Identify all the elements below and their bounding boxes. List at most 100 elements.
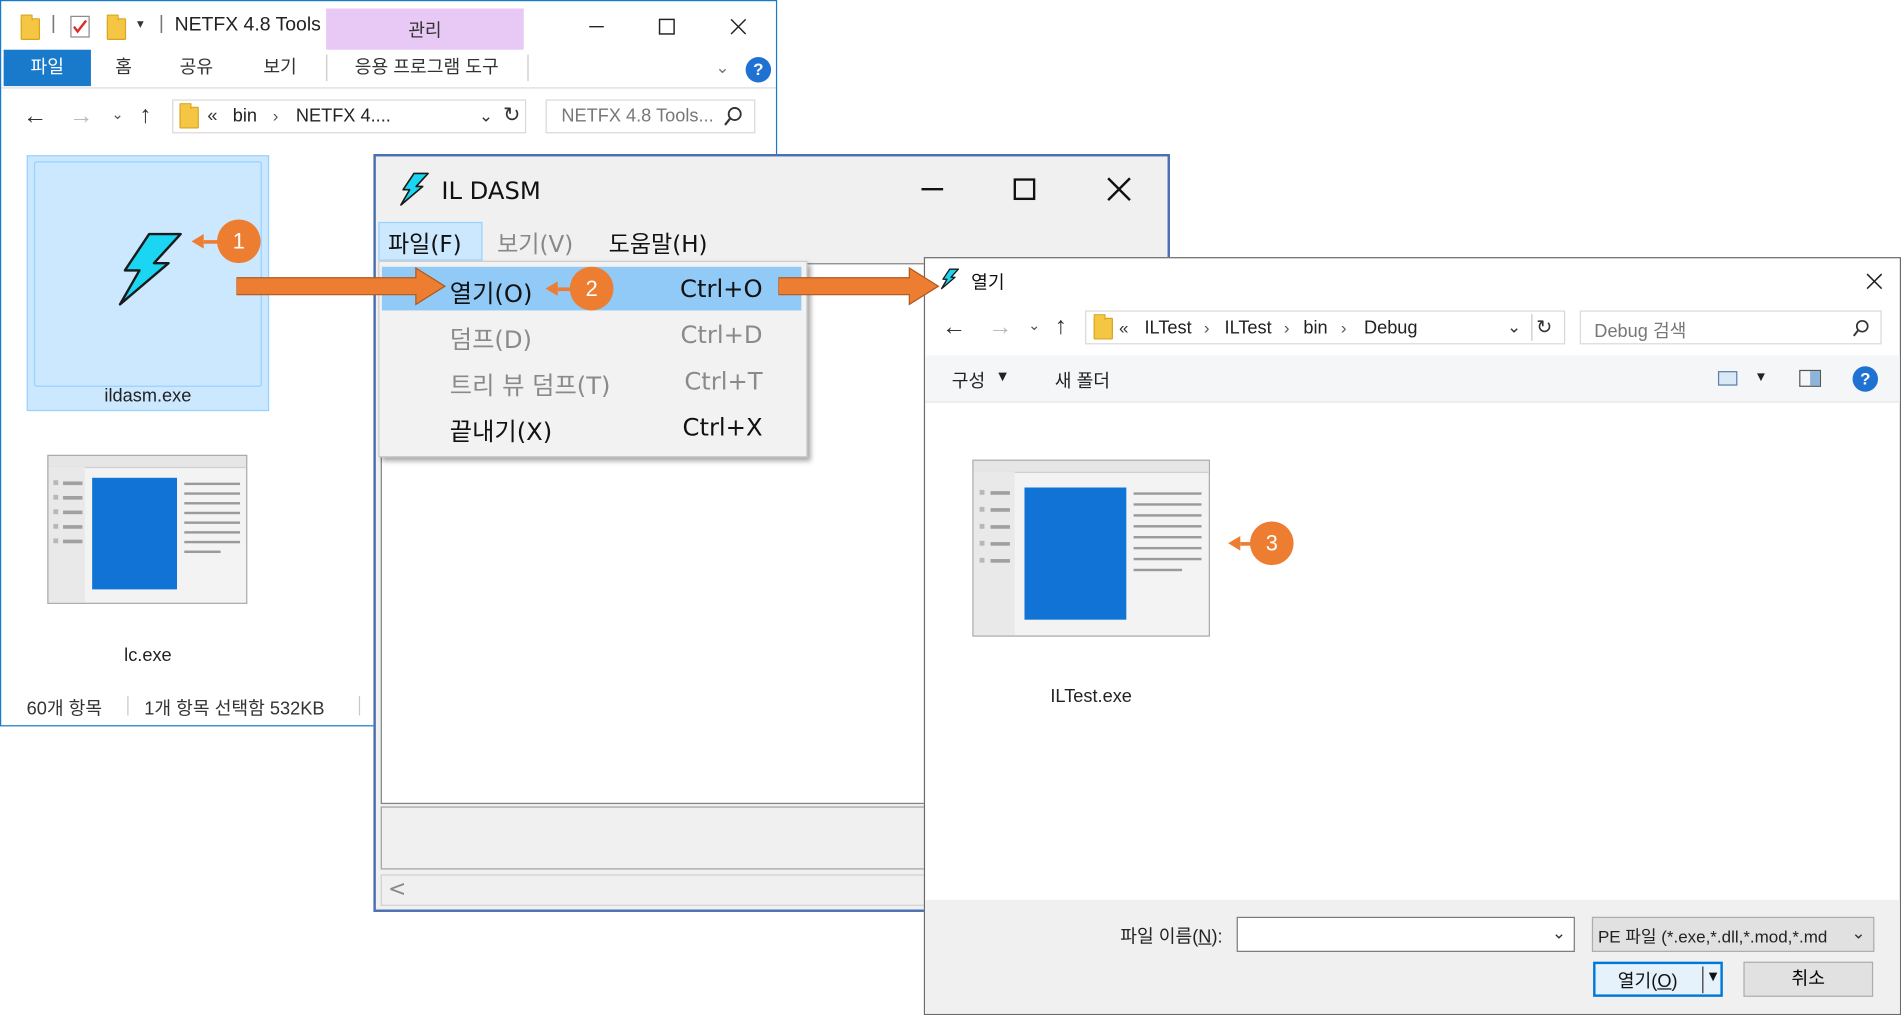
ribbon-separator (326, 54, 328, 82)
status-separator (127, 696, 129, 716)
close-button[interactable] (710, 8, 766, 44)
status-item-count: 60개 항목 (26, 698, 103, 720)
breadcrumb-debug[interactable]: Debug (1364, 318, 1418, 339)
help-icon[interactable]: ? (745, 56, 772, 83)
menu-item-tree-dump[interactable]: 트리 뷰 덤프(T) Ctrl+T (382, 359, 801, 403)
search-icon[interactable] (724, 107, 743, 132)
file-name-iltest: ILTest.exe (1050, 686, 1132, 708)
filename-label: 파일 이름(N): (1120, 926, 1223, 948)
dialog-title: 열기 (971, 272, 1005, 294)
title-separator: | (50, 13, 56, 34)
maximize-button[interactable] (639, 8, 695, 44)
filename-dropdown-icon[interactable]: ⌄ (1552, 923, 1566, 944)
help-icon[interactable]: ? (1852, 366, 1879, 392)
forward-arrow-icon[interactable]: → (988, 314, 1012, 342)
back-arrow-icon[interactable]: ← (23, 103, 47, 131)
app-window-icon[interactable] (972, 459, 1210, 637)
refresh-icon[interactable]: ↻ (1536, 315, 1552, 339)
breadcrumb-bin[interactable]: bin (233, 106, 257, 127)
tab-view[interactable]: 보기 (250, 50, 311, 86)
minimize-button[interactable] (569, 8, 625, 44)
status-separator-2 (358, 696, 361, 716)
organize-button[interactable]: 구성 (952, 367, 985, 392)
scroll-left-icon[interactable]: < (388, 877, 406, 902)
address-dropdown-icon[interactable]: ⌄ (1507, 317, 1521, 338)
menu-help[interactable]: 도움말(H) (609, 227, 708, 260)
breadcrumb-separator-icon: › (272, 105, 279, 125)
up-arrow-icon[interactable]: ↑ (1055, 313, 1067, 341)
menu-file-label: 파일(F) (387, 231, 462, 259)
search-icon[interactable] (1852, 319, 1870, 343)
folder-icon (20, 14, 41, 41)
address-folder-icon (179, 103, 199, 129)
open-button-split (1702, 966, 1704, 994)
address-overflow-chevron[interactable]: « (1119, 318, 1128, 337)
annotation-arrow-1 (236, 266, 447, 306)
address-folder-icon (1093, 314, 1113, 340)
file-type-value: PE 파일 (*.exe,*.dll,*.mod,*.md (1597, 926, 1828, 946)
breadcrumb-iltest-2[interactable]: ILTest (1225, 318, 1272, 339)
address-dropdown-icon[interactable]: ⌄ (479, 106, 493, 127)
menu-view[interactable]: 보기(V) (497, 227, 573, 260)
up-arrow-icon[interactable]: ↑ (139, 102, 151, 130)
new-folder-button[interactable]: 새 폴더 (1055, 367, 1110, 392)
annotation-arrow-2 (778, 266, 940, 306)
new-folder-icon[interactable] (106, 14, 127, 41)
view-mode-dropdown-icon[interactable]: ▼ (1754, 370, 1767, 385)
recent-locations-chevron-icon[interactable]: ⌄ (112, 106, 124, 123)
title-separator-2: | (158, 13, 164, 34)
file-type-dropdown-icon[interactable]: ⌄ (1851, 923, 1865, 944)
search-placeholder: NETFX 4.8 Tools... (561, 105, 714, 127)
file-name-ildasm: ildasm.exe (104, 385, 192, 407)
annotation-badge-3: 3 (1249, 521, 1294, 566)
preview-pane-icon[interactable] (1799, 369, 1822, 387)
properties-checkbox-icon[interactable] (70, 15, 90, 38)
search-placeholder: Debug 검색 (1594, 321, 1687, 342)
file-item-ildasm[interactable]: ildasm.exe (26, 155, 270, 412)
view-mode-icon[interactable] (1717, 371, 1738, 386)
expand-ribbon-icon[interactable]: ⌄ (715, 57, 729, 78)
forward-arrow-icon[interactable]: → (69, 103, 93, 131)
breadcrumb-separator-icon-3: › (1340, 317, 1347, 338)
tab-share[interactable]: 공유 (166, 50, 227, 86)
maximize-button[interactable] (994, 171, 1055, 207)
organize-dropdown-icon: ▼ (995, 367, 1010, 385)
breadcrumb-separator-icon-2: › (1283, 317, 1290, 338)
minimize-button[interactable] (902, 171, 963, 207)
ribbon-separator-2 (527, 54, 529, 82)
refresh-icon[interactable]: ↻ (503, 103, 520, 127)
tab-file[interactable]: 파일 (3, 49, 91, 87)
status-selection: 1개 항목 선택함 532KB (144, 698, 325, 720)
breadcrumb-separator-icon: › (1203, 317, 1210, 338)
context-tab-label: 관리 (408, 20, 442, 42)
address-separator (1531, 314, 1533, 341)
filename-input[interactable] (1236, 916, 1575, 952)
close-button[interactable] (1849, 263, 1900, 299)
back-arrow-icon[interactable]: ← (942, 314, 966, 342)
quick-access-dropdown-icon[interactable]: ▾ (137, 16, 144, 32)
window-title: IL DASM (441, 175, 541, 205)
ribbon-bottom-border (1, 87, 776, 89)
file-name-lc: lc.exe (124, 645, 172, 666)
menu-item-dump[interactable]: 덤프(D) Ctrl+D (382, 313, 801, 357)
tab-application-tools[interactable]: 응용 프로그램 도구 (331, 50, 523, 86)
annotation-badge-1: 1 (217, 219, 261, 264)
breadcrumb-bin[interactable]: bin (1303, 318, 1327, 339)
app-window-icon[interactable] (47, 454, 248, 604)
recent-locations-chevron-icon[interactable]: ⌄ (1028, 317, 1040, 334)
open-button-label: 열기(O) (1617, 971, 1678, 992)
cancel-button[interactable]: 취소 (1743, 961, 1874, 997)
dialog-bolt-icon (940, 268, 960, 290)
annotation-badge-2: 2 (569, 266, 614, 311)
lightning-bolt-icon (118, 232, 182, 306)
address-overflow-chevron[interactable]: « (207, 106, 217, 127)
menu-item-exit[interactable]: 끝내기(X) Ctrl+X (382, 405, 801, 449)
close-button[interactable] (1089, 171, 1150, 207)
tab-home[interactable]: 홈 (96, 50, 152, 86)
app-bolt-icon (400, 172, 429, 206)
window-title: NETFX 4.8 Tools (174, 14, 321, 36)
open-options-dropdown-icon[interactable]: ▼ (1706, 968, 1720, 985)
breadcrumb-iltest-1[interactable]: ILTest (1145, 318, 1192, 339)
breadcrumb-netfx[interactable]: NETFX 4.... (296, 106, 391, 127)
open-file-dialog: 열기 ← → ⌄ ↑ « ILTest › ILTest › bin › Deb… (923, 257, 1901, 1015)
